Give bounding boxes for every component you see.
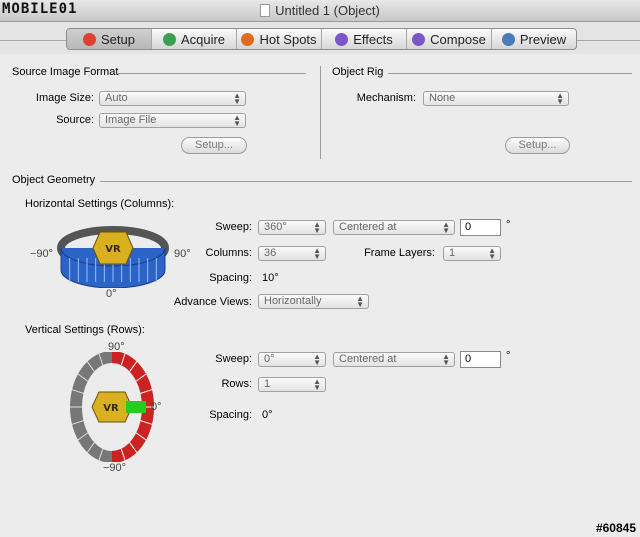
watermark-id: #60845 xyxy=(595,521,636,535)
hot-spots-icon xyxy=(241,32,255,46)
h-alignment-popup[interactable]: Centered at ▲ ▼ xyxy=(333,220,455,235)
mechanism-popup[interactable]: None ▲ ▼ xyxy=(423,91,569,106)
h-sweep-label: Sweep: xyxy=(215,221,252,233)
tab-setup[interactable]: Setup xyxy=(67,29,152,49)
h-spacing-value: 10° xyxy=(262,272,279,284)
h-degree-symbol: ° xyxy=(506,219,511,231)
tab-label: Setup xyxy=(101,31,135,47)
window-title: Untitled 1 (Object) xyxy=(0,3,640,18)
h-columns-popup[interactable]: 36 ▲ ▼ xyxy=(258,246,326,261)
v-rows-value: 1 xyxy=(264,378,271,390)
popup-arrows-icon: ▲ ▼ xyxy=(233,113,241,128)
tab-label: Compose xyxy=(430,31,486,47)
popup-arrows-icon: ▲ ▼ xyxy=(442,220,450,235)
tab-label: Hot Spots xyxy=(259,31,317,47)
source-value: Image File xyxy=(105,114,157,126)
tab-bar: Setup Acquire Hot Spots Effects Compose Previ… xyxy=(66,28,577,50)
rig-setup-button[interactable]: Setup... xyxy=(505,137,570,154)
h-dial-left-label: −90° xyxy=(30,248,54,260)
popup-arrows-icon: ▲ ▼ xyxy=(442,352,450,367)
v-spacing-label: Spacing: xyxy=(209,409,252,421)
document-icon xyxy=(260,4,271,17)
effects-lightning-icon xyxy=(335,32,349,46)
v-vr-badge-text: VR xyxy=(103,403,119,414)
tab-effects[interactable]: Effects xyxy=(322,29,407,49)
v-rows-label: Rows: xyxy=(221,378,252,390)
source-setup-button[interactable]: Setup... xyxy=(181,137,247,154)
window-title-text: Untitled 1 (Object) xyxy=(275,3,380,18)
h-spacing-label: Spacing: xyxy=(209,272,252,284)
advance-views-popup[interactable]: Horizontally ▲ ▼ xyxy=(258,294,369,309)
v-dial-right-label: 0° xyxy=(151,401,162,413)
v-alignment-popup[interactable]: Centered at ▲ ▼ xyxy=(333,352,455,367)
mechanism-value: None xyxy=(429,92,456,104)
image-size-label: Image Size: xyxy=(35,92,94,104)
h-dial-right-label: 90° xyxy=(174,248,191,260)
frame-layers-label: Frame Layers: xyxy=(364,247,435,259)
section-divider xyxy=(118,73,306,74)
v-position-indicator xyxy=(126,401,146,413)
h-dial-bottom-label: 0° xyxy=(106,288,117,300)
tab-compose[interactable]: Compose xyxy=(407,29,492,49)
h-columns-label: Columns: xyxy=(205,247,252,259)
pie-chart-icon xyxy=(83,32,96,46)
v-sweep-label: Sweep: xyxy=(215,353,252,365)
preview-eye-icon xyxy=(501,32,515,46)
v-alignment-value: Centered at xyxy=(339,353,397,365)
tab-label: Effects xyxy=(353,31,393,47)
source-popup[interactable]: Image File ▲ ▼ xyxy=(99,113,246,128)
image-size-value: Auto xyxy=(105,92,128,104)
v-dial-bottom-label: −90° xyxy=(103,462,127,474)
tab-preview[interactable]: Preview xyxy=(492,29,576,49)
v-angle-field[interactable]: 0 xyxy=(460,351,501,368)
popup-arrows-icon: ▲ ▼ xyxy=(556,91,564,106)
tab-hot-spots[interactable]: Hot Spots xyxy=(237,29,322,49)
v-sweep-value: 0° xyxy=(264,353,275,365)
frame-layers-popup[interactable]: 1 ▲ ▼ xyxy=(443,246,501,261)
source-label: Source: xyxy=(56,114,94,126)
v-degree-symbol: ° xyxy=(506,350,511,362)
vertical-settings-title: Vertical Settings (Rows): xyxy=(25,324,145,336)
h-columns-value: 36 xyxy=(264,247,277,259)
h-vr-badge-text: VR xyxy=(105,244,121,255)
popup-arrows-icon: ▲ ▼ xyxy=(233,91,241,106)
popup-arrows-icon: ▲ ▼ xyxy=(356,294,364,309)
h-alignment-value: Centered at xyxy=(339,221,397,233)
image-size-popup[interactable]: Auto ▲ ▼ xyxy=(99,91,246,106)
advance-views-label: Advance Views: xyxy=(173,296,252,308)
v-sweep-popup[interactable]: 0° ▲ ▼ xyxy=(258,352,326,367)
acquire-arrow-icon xyxy=(162,32,176,46)
section-divider xyxy=(100,181,632,182)
tab-label: Preview xyxy=(519,31,567,47)
popup-arrows-icon: ▲ ▼ xyxy=(313,220,321,235)
title-bar: MOBILE01 Untitled 1 (Object) xyxy=(0,0,640,22)
popup-arrows-icon: ▲ ▼ xyxy=(313,246,321,261)
h-sweep-value: 360° xyxy=(264,221,287,233)
tab-label: Acquire xyxy=(180,31,226,47)
frame-layers-value: 1 xyxy=(449,247,456,259)
advance-views-value: Horizontally xyxy=(264,295,322,307)
h-sweep-popup[interactable]: 360° ▲ ▼ xyxy=(258,220,326,235)
compose-icon xyxy=(412,32,426,46)
horizontal-dial: VR xyxy=(57,226,169,288)
object-geometry-title: Object Geometry xyxy=(12,174,96,186)
mechanism-label: Mechanism: xyxy=(356,92,416,104)
tab-acquire[interactable]: Acquire xyxy=(152,29,237,49)
v-spacing-value: 0° xyxy=(262,409,273,421)
popup-arrows-icon: ▲ ▼ xyxy=(313,352,321,367)
section-divider xyxy=(388,73,632,74)
v-rows-popup[interactable]: 1 ▲ ▼ xyxy=(258,377,326,392)
object-rig-title: Object Rig xyxy=(332,66,384,78)
horizontal-settings-title: Horizontal Settings (Columns): xyxy=(25,198,175,210)
source-image-format-title: Source Image Format xyxy=(12,66,119,78)
vertical-divider xyxy=(320,66,321,159)
h-angle-field[interactable]: 0 xyxy=(460,219,501,236)
vertical-dial: VR xyxy=(70,352,154,462)
popup-arrows-icon: ▲ ▼ xyxy=(488,246,496,261)
popup-arrows-icon: ▲ ▼ xyxy=(313,377,321,392)
